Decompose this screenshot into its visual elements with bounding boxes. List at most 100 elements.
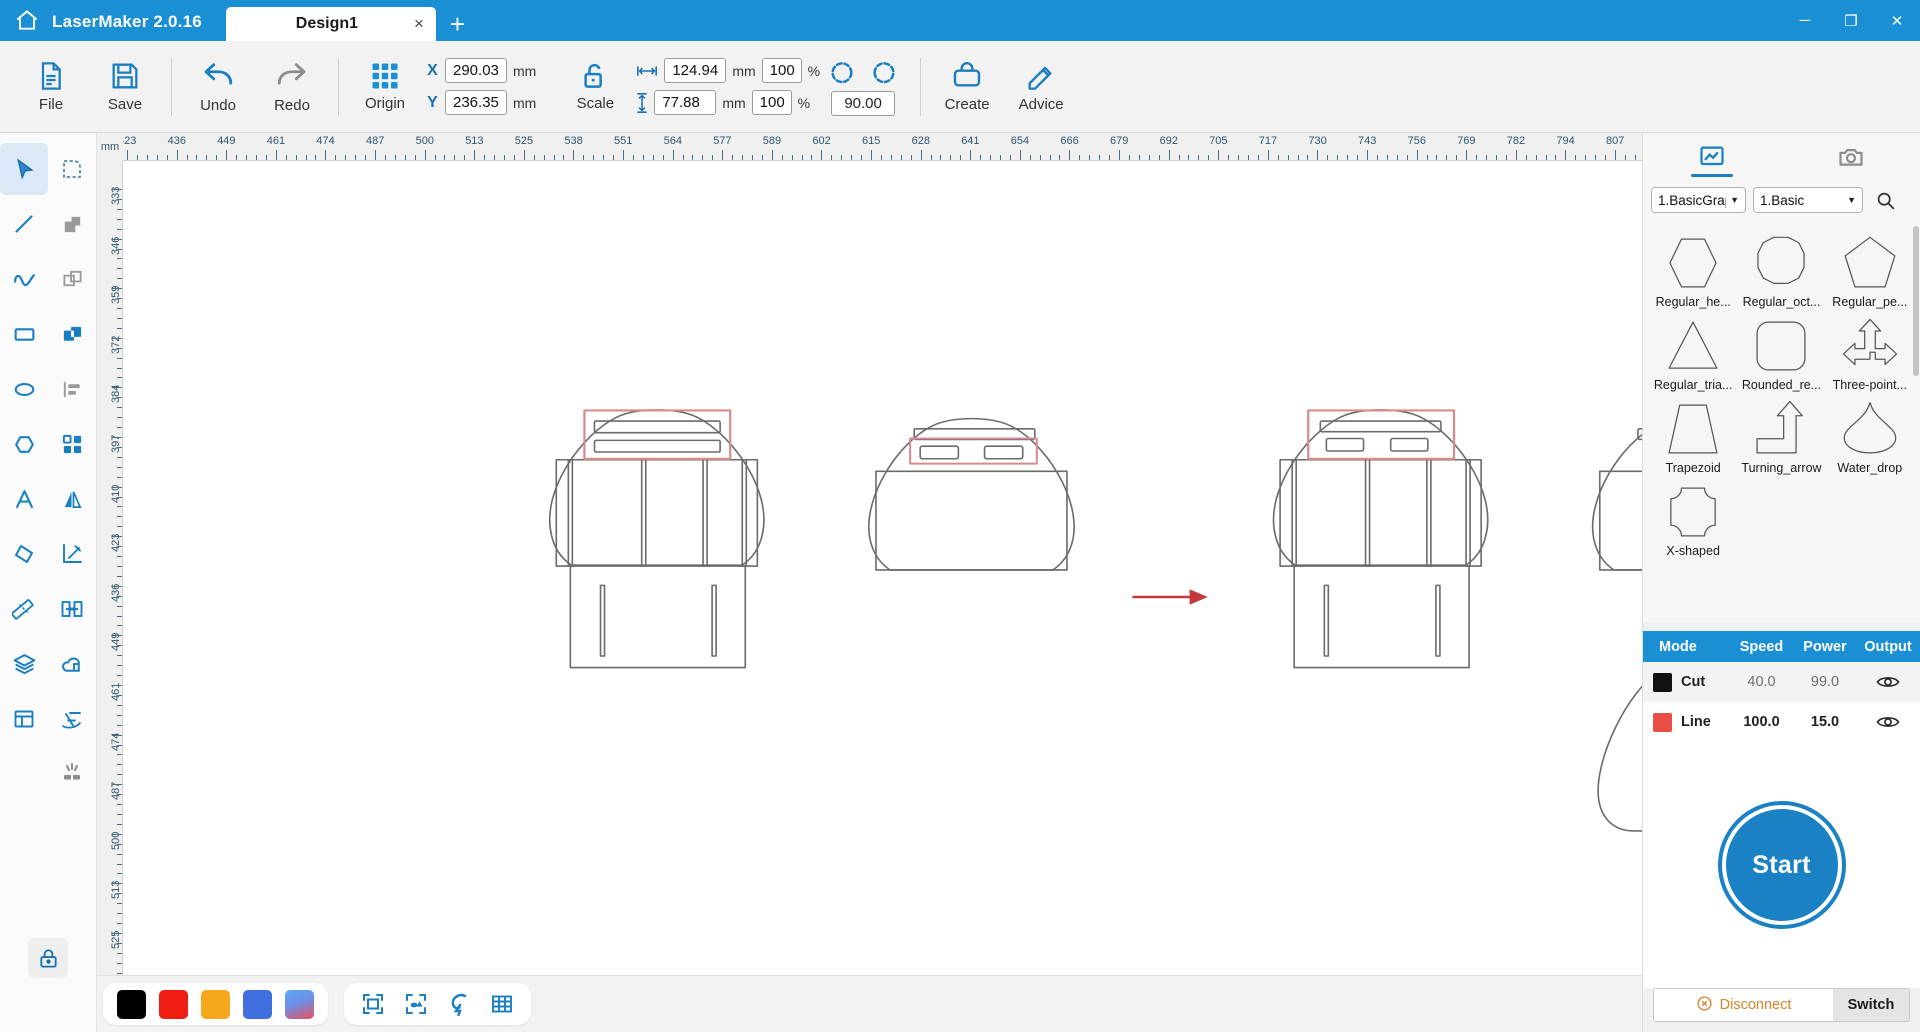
ruler-tick xyxy=(533,155,535,160)
grid-toggle-icon[interactable] xyxy=(487,989,517,1019)
switch-button[interactable]: Switch xyxy=(1833,989,1909,1021)
rectangle-tool[interactable] xyxy=(0,308,48,360)
ruler-tick xyxy=(861,155,863,160)
layers-tool[interactable] xyxy=(0,638,48,690)
swatch-blue[interactable] xyxy=(243,989,272,1019)
library-item-water-drop[interactable]: Water_drop xyxy=(1826,392,1914,475)
intersect-tool[interactable] xyxy=(48,308,96,360)
lock-closed-icon[interactable] xyxy=(28,938,68,978)
redo-button[interactable]: Redo xyxy=(255,46,329,128)
library-item-label: Trapezoid xyxy=(1665,461,1721,475)
library-tab[interactable] xyxy=(1643,133,1782,180)
layer-speed-value[interactable]: 100.0 xyxy=(1729,714,1794,730)
library-category-select[interactable]: 1.BasicGrap ▼ xyxy=(1651,187,1746,213)
layer-color-chip[interactable] xyxy=(1653,672,1672,692)
path-text-tool[interactable] xyxy=(48,693,96,745)
window-close-icon[interactable]: ✕ xyxy=(1874,0,1920,41)
select-objects-icon[interactable] xyxy=(401,989,431,1019)
ruler-tick xyxy=(494,155,496,160)
ruler-tool[interactable] xyxy=(0,583,48,635)
library-item-trapezoid[interactable]: Trapezoid xyxy=(1649,392,1737,475)
library-subcategory-select[interactable]: 1.Basic ▼ xyxy=(1753,187,1863,213)
measure-angle-tool[interactable] xyxy=(48,528,96,580)
library-item-regular-triangle[interactable]: Regular_tria... xyxy=(1649,309,1737,392)
swatch-orange[interactable] xyxy=(201,989,230,1019)
array-tool[interactable] xyxy=(48,418,96,470)
undo-button[interactable]: Undo xyxy=(181,46,255,128)
cloud-tool[interactable] xyxy=(48,638,96,690)
ruler-tick xyxy=(841,155,843,160)
layer-power-value[interactable]: 99.0 xyxy=(1794,674,1856,690)
design-canvas[interactable] xyxy=(124,162,1642,1032)
minimize-icon[interactable]: ─ xyxy=(1782,0,1828,41)
ruler-tick xyxy=(474,150,476,160)
save-button[interactable]: Save xyxy=(88,46,162,128)
library-item-regular-octagon[interactable]: Regular_oct... xyxy=(1737,226,1825,309)
height-percent-input[interactable]: 100 xyxy=(751,90,792,115)
vertical-ruler[interactable]: 333 346 359 372 384 397 410 423 436 449 461 474 487 5… xyxy=(97,161,123,1032)
subtract-tool[interactable] xyxy=(48,253,96,305)
add-tab-button[interactable]: + xyxy=(450,11,465,37)
eraser-tool[interactable] xyxy=(0,528,48,580)
advice-button[interactable]: Advice xyxy=(1004,46,1078,128)
y-input[interactable]: 236.35 xyxy=(445,90,507,115)
table-row[interactable]: Line 100.0 15.0 xyxy=(1643,702,1920,742)
width-percent-input[interactable]: 100 xyxy=(761,58,802,83)
select-tool[interactable] xyxy=(0,143,48,195)
ruler-tick xyxy=(1158,155,1160,160)
home-icon[interactable] xyxy=(14,7,40,33)
library-item-rounded-rect[interactable]: Rounded_re... xyxy=(1737,309,1825,392)
swatch-gradient[interactable] xyxy=(285,989,314,1019)
library-item-three-point-arrow[interactable]: Three-point... xyxy=(1826,309,1914,392)
camera-tab[interactable] xyxy=(1782,133,1920,180)
tab-design1[interactable]: Design1 × xyxy=(225,7,436,41)
layer-color-chip[interactable] xyxy=(1653,712,1672,732)
origin-label: Origin xyxy=(364,95,405,112)
width-input[interactable]: 124.94 xyxy=(664,58,727,83)
x-input[interactable]: 290.03 xyxy=(445,58,507,83)
curve-tool[interactable] xyxy=(0,253,48,305)
magnet-snap-icon[interactable] xyxy=(444,989,474,1019)
layout-tool[interactable] xyxy=(0,693,48,745)
start-button[interactable]: Start xyxy=(1725,809,1838,921)
library-scrollbar[interactable] xyxy=(1913,226,1919,376)
file-button[interactable]: File xyxy=(14,46,88,128)
ruler-tick xyxy=(1267,150,1269,160)
close-icon[interactable]: × xyxy=(414,15,424,32)
create-button[interactable]: Create xyxy=(930,46,1004,128)
table-row[interactable]: Cut 40.0 99.0 xyxy=(1643,662,1920,702)
library-item-regular-hexagon[interactable]: Regular_he... xyxy=(1649,226,1737,309)
line-tool[interactable] xyxy=(0,198,48,250)
origin-button[interactable]: Origin xyxy=(348,46,422,128)
disconnect-button[interactable]: Disconnect xyxy=(1654,989,1833,1021)
join-tool[interactable] xyxy=(48,583,96,635)
shape-library[interactable]: Regular_he... Regular_oct... Regular_pe.… xyxy=(1643,222,1920,622)
search-icon[interactable] xyxy=(1870,185,1900,215)
layer-power-value[interactable]: 15.0 xyxy=(1794,714,1856,730)
swatch-red[interactable] xyxy=(159,989,188,1019)
engrave-tool[interactable] xyxy=(48,748,96,800)
layer-speed-value[interactable]: 40.0 xyxy=(1729,674,1794,690)
align-tool[interactable] xyxy=(48,363,96,415)
mirror-tool[interactable] xyxy=(48,473,96,525)
text-tool[interactable] xyxy=(0,473,48,525)
maximize-icon[interactable]: ❐ xyxy=(1828,0,1874,41)
node-edit-tool[interactable] xyxy=(48,143,96,195)
angle-input[interactable]: 90.00 xyxy=(831,90,896,116)
polygon-tool[interactable] xyxy=(0,418,48,470)
library-item-regular-pentagon[interactable]: Regular_pe... xyxy=(1826,226,1914,309)
fit-to-frame-icon[interactable] xyxy=(358,989,388,1019)
horizontal-ruler[interactable]: 423 436 449 461 474 487 500 513 525 538 551 564 577 5… xyxy=(97,133,1642,161)
rotate-left-icon[interactable] xyxy=(828,58,856,86)
layer-output-toggle[interactable] xyxy=(1856,674,1920,690)
rotate-right-icon[interactable] xyxy=(870,58,898,86)
union-tool[interactable] xyxy=(48,198,96,250)
library-item-x-shaped[interactable]: X-shaped xyxy=(1649,475,1737,558)
library-item-turning-arrow[interactable]: Turning_arrow xyxy=(1737,392,1825,475)
swatch-black[interactable] xyxy=(117,989,146,1019)
scale-button[interactable]: Scale xyxy=(558,46,632,128)
height-input[interactable]: 77.88 xyxy=(654,90,717,115)
ellipse-tool[interactable] xyxy=(0,363,48,415)
ruler-tick xyxy=(623,150,624,160)
layer-output-toggle[interactable] xyxy=(1856,714,1920,730)
